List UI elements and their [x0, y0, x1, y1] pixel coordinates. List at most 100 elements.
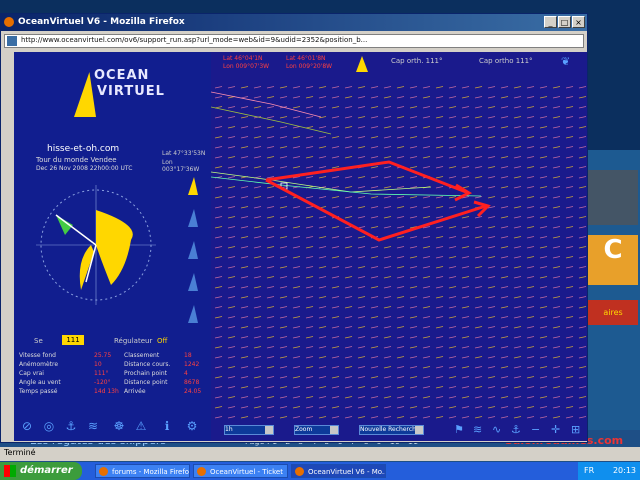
wind-arrow — [487, 176, 496, 179]
wind-arrow — [253, 196, 262, 199]
wind-arrow — [448, 396, 457, 399]
wind-arrow — [513, 206, 522, 209]
regulator-value[interactable]: Off — [157, 337, 167, 345]
taskbar-item[interactable]: OceanVirtuel - Ticket — [193, 464, 288, 478]
main-sail-shape — [96, 210, 133, 285]
background-map-thumbnail[interactable] — [588, 170, 638, 225]
wind-arrow — [448, 276, 457, 279]
wind-arrow — [435, 386, 444, 389]
wind-arrow — [487, 236, 496, 239]
wind-arrow — [227, 216, 236, 219]
wind-arrow — [513, 196, 522, 199]
locale-indicator[interactable]: FR — [584, 462, 594, 480]
wind-arrow — [565, 316, 574, 319]
window-titlebar[interactable]: OceanVirtuel V6 - Mozilla Firefox _ □ × — [1, 14, 587, 31]
leaf-icon[interactable]: ❦ — [561, 55, 570, 68]
wind-tool-icon[interactable]: ≋ — [85, 418, 101, 434]
wind-arrow — [578, 106, 587, 109]
crew-tool-icon[interactable]: ☸ — [111, 418, 127, 434]
wind-arrow — [292, 86, 301, 89]
wind-arrow — [487, 296, 496, 299]
wind-arrow — [357, 326, 366, 329]
sail-option-genois-icon[interactable] — [188, 209, 198, 227]
wind-arrow — [240, 306, 249, 309]
wind-arrow — [487, 366, 496, 369]
wind-arrow — [370, 146, 379, 149]
wind-arrow — [448, 376, 457, 379]
game-left-panel: OCEAN VIRTUEL hisse-et-oh.com Tour du mo… — [14, 52, 211, 441]
wind-arrow — [318, 366, 327, 369]
zoom-select[interactable]: Zoom — [294, 425, 339, 435]
wind-arrow — [539, 366, 548, 369]
wind-arrow — [552, 236, 561, 239]
close-button[interactable]: × — [572, 16, 585, 28]
wind-arrow — [227, 106, 236, 109]
wind-arrow — [357, 86, 366, 89]
url-text[interactable]: http://www.oceanvirtuel.com/ov6/support_… — [21, 36, 581, 44]
wind-arrow — [318, 196, 327, 199]
wind-layer-icon[interactable]: ≋ — [473, 423, 482, 436]
wind-arrow — [214, 416, 223, 419]
wind-arrow — [331, 376, 340, 379]
wind-arrow — [305, 146, 314, 149]
taskbar-item[interactable]: forums - Mozilla Firefox — [95, 464, 190, 478]
wind-arrow — [578, 386, 587, 389]
wind-arrow — [578, 366, 587, 369]
time-select[interactable]: 1h — [224, 425, 274, 435]
fleet-layer-icon[interactable]: ⚓ — [511, 423, 521, 436]
wind-arrow — [578, 356, 587, 359]
wind-map[interactable] — [211, 82, 587, 420]
sail-option-trinquette-icon[interactable] — [188, 273, 198, 291]
grid-icon[interactable]: ⊞ — [571, 423, 580, 436]
sail-option-spi-icon[interactable] — [188, 177, 198, 195]
wind-arrow — [331, 246, 340, 249]
start-button[interactable]: démarrer — [0, 462, 82, 480]
route-tool-icon[interactable]: ⊘ — [19, 418, 35, 434]
settings-tool-icon[interactable]: ⚙ — [184, 418, 200, 434]
heading-input[interactable]: 111 — [62, 335, 84, 345]
minimize-button[interactable]: _ — [544, 16, 557, 28]
wind-arrow — [227, 316, 236, 319]
wind-arrow — [331, 136, 340, 139]
background-ad-text[interactable]: aires — [588, 300, 638, 325]
logo-text-top: OCEAN — [94, 68, 150, 83]
wind-arrow — [409, 396, 418, 399]
current-layer-icon[interactable]: ∿ — [492, 423, 501, 436]
wind-arrow — [240, 236, 249, 239]
map-footer: 1h Zoom Nouvelle Recherche ⚑ ≋ ∿ ⚓ − ✛ ⊞ — [211, 420, 587, 441]
taskbar-item-active[interactable]: OceanVirtuel V6 - Mo... — [291, 464, 386, 478]
wind-arrow — [422, 406, 431, 409]
wind-arrow — [305, 206, 314, 209]
wind-arrow — [214, 336, 223, 339]
address-bar[interactable]: http://www.oceanvirtuel.com/ov6/support_… — [4, 34, 584, 48]
maximize-button[interactable]: □ — [558, 16, 571, 28]
wind-arrow — [578, 416, 587, 419]
warning-tool-icon[interactable]: ⚠ — [133, 418, 149, 434]
wind-arrow — [500, 316, 509, 319]
wind-arrow — [461, 206, 470, 209]
wind-arrow — [305, 336, 314, 339]
wind-arrow — [526, 336, 535, 339]
info-tool-icon[interactable]: ℹ — [159, 418, 175, 434]
target-tool-icon[interactable]: ◎ — [41, 418, 57, 434]
boat-tool-icon[interactable]: ⚑ — [454, 423, 464, 436]
zoom-out-icon[interactable]: − — [531, 423, 540, 436]
wind-arrow — [318, 276, 327, 279]
wind-arrow — [539, 306, 548, 309]
wind-arrow — [500, 296, 509, 299]
sail-option-foc-icon[interactable] — [188, 241, 198, 259]
wind-arrow — [474, 96, 483, 99]
center-icon[interactable]: ✛ — [551, 423, 560, 436]
wind-arrow — [214, 296, 223, 299]
sail-option-tourmentin-icon[interactable] — [188, 305, 198, 323]
wind-arrow — [305, 106, 314, 109]
wind-compass[interactable] — [31, 180, 161, 310]
search-select[interactable]: Nouvelle Recherche — [359, 425, 424, 435]
wind-arrow — [513, 336, 522, 339]
wind-arrow — [292, 146, 301, 149]
wind-arrow — [240, 366, 249, 369]
wind-arrow — [253, 186, 262, 189]
polar-tool-icon[interactable]: ⚓ — [63, 418, 79, 434]
wind-arrow — [227, 256, 236, 259]
background-ad-tile[interactable]: C — [588, 235, 638, 285]
